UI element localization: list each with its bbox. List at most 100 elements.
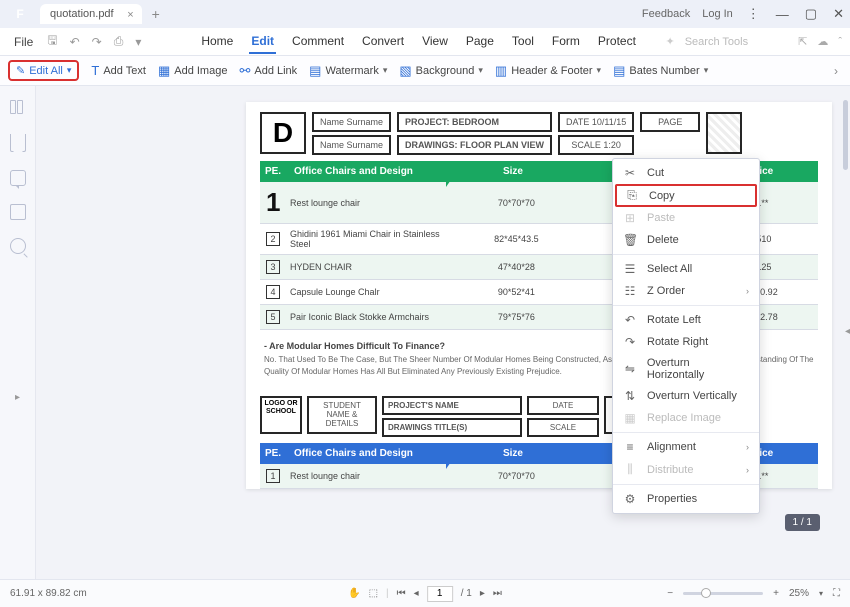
add-text-button[interactable]: TAdd Text [91,63,146,78]
save-icon[interactable]: 🖫 [43,31,61,52]
ctx-replace-image: ▦Replace Image [613,407,759,429]
tab-tool[interactable]: Tool [510,30,536,54]
bookmarks-icon[interactable] [10,134,26,152]
row-num: 3 [266,260,280,274]
tab-convert[interactable]: Convert [360,30,406,54]
zoom-value[interactable]: 25% [789,588,809,599]
next-page-icon[interactable]: ▸ [480,588,485,599]
scale-label: SCALE 1:20 [558,135,634,155]
properties-icon: ⚙ [623,492,637,506]
minimize-icon[interactable]: — [774,7,791,22]
redo-icon[interactable]: ↷ [88,35,106,49]
rotate-right-icon: ↷ [623,335,637,349]
more-icon[interactable]: ⋮ [745,6,762,22]
ctx-overturn-v[interactable]: ⇅Overturn Vertically [613,385,759,407]
expand-sidebar-icon[interactable]: ▸ [15,392,20,403]
project-label: PROJECT: BEDROOM [397,112,552,132]
attachments-icon[interactable] [10,204,26,220]
thumbnails-icon[interactable] [10,100,26,116]
zoom-slider[interactable] [683,592,763,595]
prev-page-icon[interactable]: ◂ [414,588,419,599]
select-tool-icon[interactable]: ⬚ [369,588,378,599]
header-footer-button[interactable]: ▥Header & Footer▾ [495,63,601,79]
background-label: Background [416,65,475,77]
login-link[interactable]: Log In [702,8,733,20]
edit-all-button[interactable]: ✎ Edit All ▾ [8,60,79,81]
zoom-dropdown-icon[interactable]: ▾ [819,589,823,598]
row-num-big: 1 [266,187,280,218]
ctx-paste: ⊞Paste [613,207,759,229]
faq-title: - Are Modular Homes Difficult To Finance… [264,341,445,351]
cloud-icon[interactable]: ☁ [817,35,828,48]
zoom-out-icon[interactable]: − [667,588,673,599]
print-icon[interactable]: ⎙ [110,34,128,49]
tab-page[interactable]: Page [464,30,496,54]
ctx-rotate-right[interactable]: ↷Rotate Right [613,331,759,353]
tab-protect[interactable]: Protect [596,30,638,54]
watermark-button[interactable]: ▤Watermark▾ [309,63,387,79]
name-surname-1: Name Surname [312,112,391,132]
tab-view[interactable]: View [420,30,450,54]
close-tab-icon[interactable]: × [127,9,133,21]
hand-tool-icon[interactable]: ✋ [348,588,360,599]
feedback-link[interactable]: Feedback [642,8,690,20]
zoom-knob[interactable] [701,588,711,598]
cut-icon: ✂ [623,166,637,180]
section-title: Office Chairs and Design [286,161,446,182]
ctx-z-order[interactable]: ☷Z Order› [613,280,759,302]
search-wand-icon[interactable]: ✦ [666,35,675,48]
tab-form[interactable]: Form [550,30,582,54]
ctx-overturn-h[interactable]: ⇋Overturn Horizontally [613,353,759,385]
undo-icon[interactable]: ↶ [66,35,84,49]
select-all-icon: ☰ [623,262,637,276]
alignment-icon: ≡ [623,440,637,454]
row-num: 4 [266,285,280,299]
dropdown-icon[interactable]: ▾ [131,35,145,49]
ctx-copy[interactable]: ⎘Copy [615,184,757,207]
ctx-rotate-left[interactable]: ↶Rotate Left [613,309,759,331]
date-label2: DATE [527,396,599,415]
drawings-label: DRAWINGS: FLOOR PLAN VIEW [397,135,552,155]
watermark-icon: ▤ [309,63,321,79]
collapse-ribbon-icon[interactable]: ˆ [838,36,842,48]
fit-page-icon[interactable]: ⛶ [833,588,840,599]
add-image-button[interactable]: ▦Add Image [158,63,228,79]
row-num: 1 [266,469,280,483]
row-name: Ghidini 1961 Miami Chair in Stainless St… [286,229,456,249]
first-page-icon[interactable]: ⏮ [397,588,406,599]
ctx-select-all[interactable]: ☰Select All [613,258,759,280]
close-window-icon[interactable]: ✕ [831,6,846,22]
zoom-in-icon[interactable]: + [773,588,779,599]
background-button[interactable]: ▧Background▾ [399,63,483,79]
image-placeholder[interactable] [706,112,742,154]
ctx-cut[interactable]: ✂Cut [613,162,759,184]
tab-edit[interactable]: Edit [249,30,276,54]
document-tab[interactable]: quotation.pdf × [40,4,142,24]
ctx-delete[interactable]: 🗑Delete [613,229,759,251]
col-size2: Size [456,443,570,464]
tab-home[interactable]: Home [199,30,235,54]
toolbar-overflow-icon[interactable]: › [830,64,842,78]
comments-icon[interactable] [10,170,26,186]
new-tab-button[interactable]: + [142,6,170,22]
add-link-button[interactable]: ⚯Add Link [239,63,297,79]
page-total: / 1 [461,588,472,599]
copy-icon: ⎘ [625,188,639,203]
collapse-right-icon[interactable]: ◂ [845,326,850,337]
bates-number-button[interactable]: ▤Bates Number▾ [613,63,708,79]
scrollbar-thumb[interactable] [843,100,848,170]
pe-label2: PE. [260,443,286,464]
image-icon: ▦ [158,63,170,79]
last-page-icon[interactable]: ⏭ [493,588,502,599]
tab-comment[interactable]: Comment [290,30,346,54]
ctx-alignment[interactable]: ≡Alignment› [613,436,759,458]
maximize-icon[interactable]: ▢ [803,6,819,22]
search-panel-icon[interactable] [10,238,26,254]
file-menu[interactable]: File [8,35,39,49]
edit-toolbar: ✎ Edit All ▾ TAdd Text ▦Add Image ⚯Add L… [0,56,850,86]
share-icon[interactable]: ⇱ [798,35,807,48]
page-number-input[interactable] [427,586,453,602]
header-footer-icon: ▥ [495,63,507,79]
ctx-properties[interactable]: ⚙Properties [613,488,759,510]
search-tools-input[interactable]: Search Tools [685,36,748,48]
